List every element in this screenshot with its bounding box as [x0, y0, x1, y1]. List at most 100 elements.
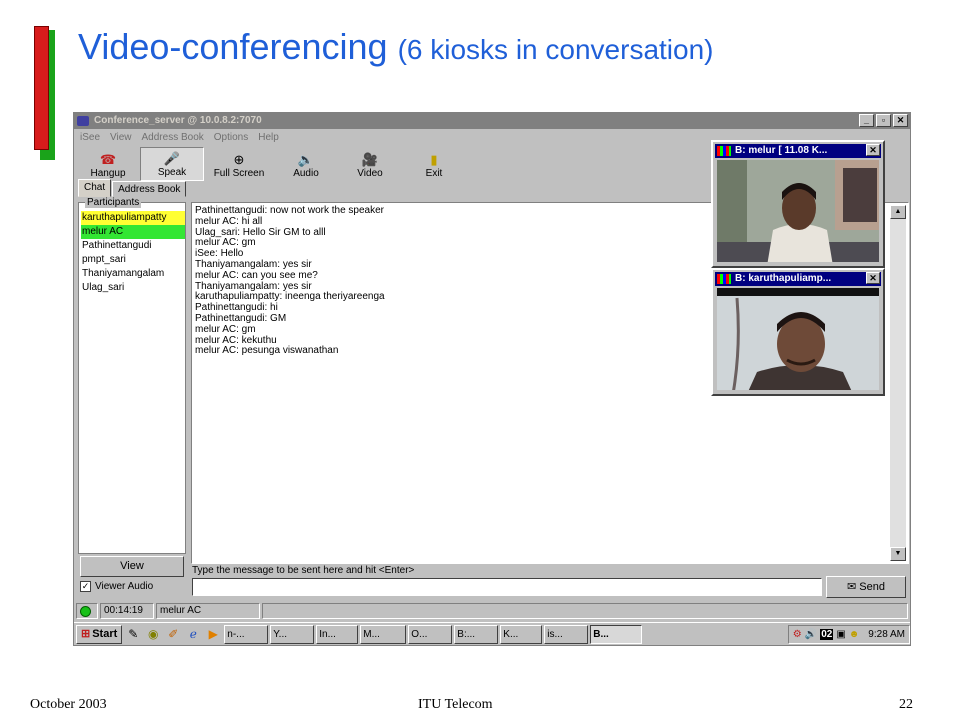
magnifier-icon: ⊕: [233, 152, 245, 167]
window-title: Conference_server @ 10.0.8.2:7070: [94, 115, 262, 126]
task-item[interactable]: Y...: [270, 624, 315, 644]
message-input[interactable]: [192, 578, 822, 596]
send-icon: ✉: [847, 581, 857, 593]
accent-bar-red: [34, 26, 49, 150]
quicklaunch-tool-icon[interactable]: ✐: [164, 627, 182, 641]
slide-title-sub: (6 kiosks in conversation): [397, 34, 714, 65]
audio-label: Audio: [293, 168, 319, 179]
task-item[interactable]: B:...: [454, 624, 499, 644]
footer-organization: ITU Telecom: [418, 697, 493, 712]
menu-address-book[interactable]: Address Book: [142, 130, 204, 146]
menu-options[interactable]: Options: [214, 130, 248, 146]
status-led-field: [76, 603, 98, 619]
task-item[interactable]: is...: [544, 624, 589, 644]
minimize-button[interactable]: _: [859, 114, 874, 127]
status-bar: 00:14:19 melur AC: [76, 603, 908, 619]
task-item[interactable]: n-...: [224, 624, 269, 644]
windows-logo-icon: ⊞: [81, 627, 91, 640]
task-item-active[interactable]: B...: [590, 624, 643, 644]
message-hint: Type the message to be sent here and hit…: [192, 565, 415, 576]
camera-icon: 🎥: [361, 152, 379, 167]
speak-button[interactable]: 🎤 Speak: [140, 147, 204, 181]
scroll-up-icon[interactable]: ▲: [890, 205, 906, 219]
participant-item[interactable]: Thaniyamangalam: [81, 267, 185, 281]
participant-item[interactable]: pmpt_sari: [81, 253, 185, 267]
tray-badge[interactable]: 02: [820, 628, 834, 640]
quicklaunch-desktop-icon[interactable]: ✎: [124, 627, 142, 641]
full-screen-label: Full Screen: [213, 168, 265, 179]
tab-strip: Chat Address Book: [78, 179, 187, 197]
menu-view[interactable]: View: [110, 130, 132, 146]
video-app-icon: [717, 146, 731, 156]
exit-button[interactable]: ▮ Exit: [402, 147, 466, 181]
close-icon[interactable]: ✕: [866, 144, 880, 156]
chat-message: melur AC: can you see me?: [195, 269, 318, 281]
tray-monitor-icon[interactable]: ▣: [836, 629, 845, 640]
slide-title-main: Video-conferencing: [78, 26, 388, 67]
close-icon[interactable]: ✕: [866, 272, 880, 284]
maximize-button[interactable]: ▫: [876, 114, 891, 127]
window-titlebar[interactable]: Conference_server @ 10.0.8.2:7070 _ ▫ ✕: [74, 113, 910, 129]
participant-item[interactable]: melur AC: [81, 225, 185, 239]
menu-isee[interactable]: iSee: [80, 130, 100, 146]
task-item[interactable]: K...: [500, 624, 543, 644]
status-empty: [262, 603, 908, 619]
chat-message: melur AC: gm: [195, 323, 256, 335]
hangup-button[interactable]: ☎ Hangup: [76, 147, 140, 181]
task-item[interactable]: M...: [360, 624, 407, 644]
viewer-audio-label: Viewer Audio: [95, 581, 154, 592]
speaker-icon: 🔈: [297, 152, 315, 167]
video-window-title: B: melur [ 11.08 K...: [735, 145, 828, 156]
phone-icon: ☎: [99, 152, 117, 167]
scroll-down-icon[interactable]: ▼: [890, 547, 906, 561]
quicklaunch-browser-icon[interactable]: ℯ: [184, 627, 202, 641]
chat-scrollbar[interactable]: ▲ ▼: [890, 205, 906, 561]
participant-item[interactable]: Pathinettangudi: [81, 239, 185, 253]
video-window-titlebar[interactable]: B: karuthapuliamp... ✕: [715, 272, 881, 286]
send-button[interactable]: ✉ Send: [826, 576, 906, 598]
chat-lines: Pathinettangudi: now not work the speake…: [195, 205, 385, 357]
slide-title: Video-conferencing (6 kiosks in conversa…: [78, 26, 713, 68]
exit-label: Exit: [425, 168, 443, 179]
hangup-label: Hangup: [90, 168, 126, 179]
audio-button[interactable]: 🔈 Audio: [274, 147, 338, 181]
tab-chat[interactable]: Chat: [78, 179, 112, 197]
full-screen-button[interactable]: ⊕ Full Screen: [204, 147, 274, 181]
video-window-melur[interactable]: B: melur [ 11.08 K... ✕: [711, 140, 885, 268]
video-button[interactable]: 🎥 Video: [338, 147, 402, 181]
tray-volume-icon[interactable]: 🔊: [805, 629, 817, 640]
tab-address-book[interactable]: Address Book: [112, 181, 187, 197]
participant-item[interactable]: karuthapuliampatty: [81, 211, 185, 225]
start-button[interactable]: ⊞ Start: [76, 624, 123, 644]
footer-page-number: 22: [899, 697, 913, 712]
video-feed-image: [717, 288, 879, 390]
taskbar: ⊞ Start ✎ ◉ ✐ ℯ ▶ n-... Y... In... M... …: [74, 622, 910, 645]
viewer-audio-toggle[interactable]: ✓ Viewer Audio: [80, 580, 153, 593]
microphone-icon: 🎤: [163, 151, 181, 166]
participants-panel: Participants karuthapuliampatty melur AC P…: [78, 197, 186, 554]
video-window-titlebar[interactable]: B: melur [ 11.08 K... ✕: [715, 144, 881, 158]
system-tray: ⚙ 🔊 02 ▣ ☻ 9:28 AM: [787, 624, 910, 644]
speak-label: Speak: [157, 167, 187, 178]
tray-network-icon[interactable]: ⚙: [793, 629, 802, 640]
video-feed: [717, 288, 879, 390]
participants-list: karuthapuliampatty melur AC Pathinettangud…: [81, 211, 185, 295]
status-speaker: melur AC: [156, 603, 260, 619]
tray-status-icon[interactable]: ☻: [849, 629, 860, 640]
status-time: 00:14:19: [100, 603, 154, 619]
participant-item[interactable]: Ulag_sari: [81, 281, 185, 295]
quicklaunch-app-icon[interactable]: ◉: [144, 627, 162, 641]
menu-help[interactable]: Help: [258, 130, 279, 146]
chat-message: melur AC: hi all: [195, 215, 263, 227]
task-item[interactable]: O...: [408, 624, 453, 644]
viewer-audio-checkbox[interactable]: ✓: [80, 581, 91, 592]
view-button[interactable]: View: [80, 556, 184, 577]
quicklaunch-media-icon[interactable]: ▶: [204, 627, 222, 641]
video-window-karuthapuliampatty[interactable]: B: karuthapuliamp... ✕: [711, 268, 885, 396]
close-button[interactable]: ✕: [893, 114, 908, 127]
video-window-title: B: karuthapuliamp...: [735, 273, 832, 284]
menu-bar: iSee View Address Book Options Help: [74, 130, 279, 146]
start-label: Start: [92, 627, 118, 640]
tray-clock: 9:28 AM: [868, 628, 905, 640]
task-item[interactable]: In...: [316, 624, 359, 644]
